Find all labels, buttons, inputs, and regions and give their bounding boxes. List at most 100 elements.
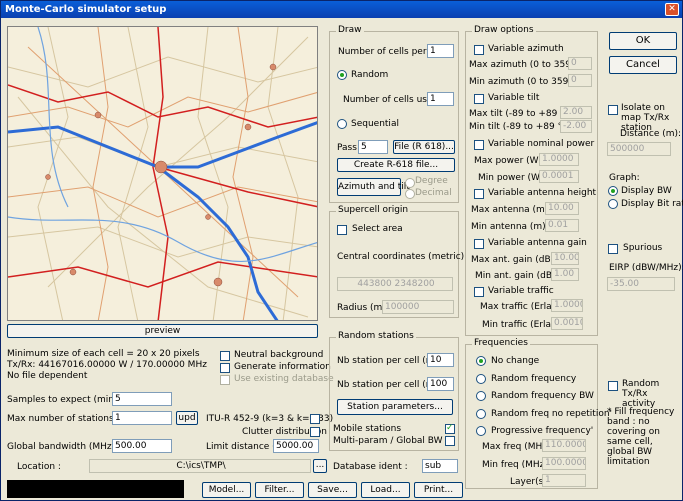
database-ident-input[interactable]: sub — [422, 459, 458, 473]
create-r618-button[interactable]: Create R-618 file... — [337, 158, 455, 172]
min-gain-input: 1.00 — [551, 268, 579, 281]
print-button[interactable]: Print... — [414, 482, 463, 498]
random-freq-norep-label: Random freq no repetition' — [491, 409, 613, 419]
close-icon: ✕ — [668, 4, 676, 14]
use-existing-database-label: Use existing database — [234, 374, 334, 384]
generate-information-checkbox[interactable] — [220, 363, 230, 373]
decimal-label: Decimal — [415, 188, 452, 198]
variable-azimuth-label: Variable azimuth — [488, 44, 564, 54]
global-bw-label: Global bandwidth (MHz) — [7, 442, 116, 452]
neutral-background-checkbox[interactable] — [220, 351, 230, 361]
radius-label: Radius (m) — [337, 303, 386, 313]
filter-button[interactable]: Filter... — [255, 482, 304, 498]
model-button[interactable]: Model... — [202, 482, 251, 498]
variable-traffic-checkbox[interactable] — [474, 287, 484, 297]
samples-label: Samples to expect (min): — [7, 395, 121, 405]
random-activity-label: Random Tx/Rx activity — [622, 379, 660, 409]
variable-power-checkbox[interactable] — [474, 140, 484, 150]
distance-input: 500000 — [607, 142, 671, 156]
map-image — [8, 27, 317, 320]
nb-station-min-input[interactable]: 10 — [427, 353, 454, 367]
distance-label: Distance (m): — [620, 129, 682, 139]
save-button[interactable]: Save... — [308, 482, 357, 498]
variable-height-checkbox[interactable] — [474, 189, 484, 199]
min-antenna-label: Min antenna (m) : — [471, 222, 552, 232]
max-gain-input: 10.00 — [551, 252, 579, 265]
cells-used-input[interactable]: 1 — [427, 92, 454, 106]
max-tilt-input: 2.00 — [560, 106, 592, 119]
file-r618-button[interactable]: File (R 618)... — [393, 140, 455, 154]
map-view[interactable] — [7, 26, 318, 321]
progressive-frequency-radio[interactable] — [476, 426, 486, 436]
spurious-checkbox[interactable] — [608, 244, 618, 254]
random-radio[interactable] — [337, 70, 347, 80]
sequential-label: Sequential — [351, 119, 399, 129]
max-freq-input: 110.00000 — [542, 439, 586, 452]
degree-label: Degree — [415, 176, 448, 186]
eirp-label: EIRP (dBW/MHz): — [609, 263, 683, 273]
variable-tilt-label: Variable tilt — [488, 93, 540, 103]
min-antenna-input: 0.01 — [545, 219, 579, 232]
itu-checkbox[interactable] — [310, 414, 320, 424]
min-freq-input: 100.00000 — [542, 457, 586, 470]
variable-tilt-checkbox[interactable] — [474, 94, 484, 104]
location-browse-button[interactable]: ... — [313, 459, 327, 473]
no-change-label: No change — [491, 356, 540, 366]
display-bitrate-radio[interactable] — [608, 199, 618, 209]
info-line-3: No file dependent — [7, 371, 88, 381]
random-label: Random — [351, 70, 389, 80]
samples-input[interactable]: 5 — [112, 392, 172, 406]
multi-param-checkbox[interactable] — [445, 436, 455, 446]
cells-per-row-input[interactable]: 1 — [427, 44, 454, 58]
close-button[interactable]: ✕ — [665, 3, 679, 16]
graph-label: Graph: — [609, 173, 640, 183]
sequential-radio[interactable] — [337, 119, 347, 129]
max-gain-label: Max ant. gain (dBi) : — [471, 255, 563, 265]
location-value: C:\ics\TMP\ — [176, 461, 226, 471]
nb-station-max-input[interactable]: 100 — [427, 377, 454, 391]
no-change-radio[interactable] — [476, 356, 486, 366]
station-parameters-button[interactable]: Station parameters... — [337, 399, 453, 415]
random-frequency-radio[interactable] — [476, 374, 486, 384]
variable-gain-checkbox[interactable] — [474, 239, 484, 249]
min-tilt-label: Min tilt (-89 to +89 °) : — [469, 122, 572, 132]
pass-input[interactable]: 5 — [358, 140, 388, 154]
select-area-checkbox[interactable] — [337, 225, 347, 235]
max-stations-label: Max number of stations : — [7, 414, 120, 424]
use-existing-database-checkbox — [220, 375, 230, 385]
max-freq-label: Max freq (MHz) — [482, 442, 551, 452]
min-freq-label: Min freq (MHz) — [482, 460, 548, 470]
min-power-input: 0.0001 — [539, 170, 579, 183]
random-activity-checkbox[interactable] — [608, 381, 618, 391]
min-traffic-input: 0.0010 — [551, 317, 583, 330]
mobile-stations-label: Mobile stations — [333, 424, 402, 434]
frequencies-group-title: Frequencies — [472, 338, 530, 348]
random-stations-group-title: Random stations — [336, 331, 416, 341]
min-tilt-input: -2.00 — [560, 120, 592, 133]
load-button[interactable]: Load... — [361, 482, 410, 498]
variable-azimuth-checkbox[interactable] — [474, 45, 484, 55]
central-coordinates-input: 443800 2348200 — [337, 277, 453, 291]
variable-gain-label: Variable antenna gain — [488, 238, 587, 248]
neutral-background-label: Neutral background — [234, 350, 324, 360]
azimuth-tilt-button[interactable]: Azimuth and tilt — [337, 178, 410, 196]
random-freq-norep-radio[interactable] — [476, 409, 486, 419]
info-line-1: Minimum size of each cell = 20 x 20 pixe… — [7, 349, 200, 359]
display-bitrate-label: Display Bit rate — [621, 199, 683, 209]
display-bw-radio[interactable] — [608, 186, 618, 196]
random-frequency-bw-radio[interactable] — [476, 391, 486, 401]
window-title: Monte-Carlo simulator setup — [5, 4, 167, 15]
preview-button[interactable]: preview — [7, 324, 318, 338]
limit-distance-input[interactable]: 5000.00 — [273, 439, 319, 453]
radius-input: 100000 — [382, 300, 454, 314]
clutter-checkbox[interactable] — [310, 427, 320, 437]
global-bw-input[interactable]: 500.00 — [112, 439, 172, 453]
draw-options-group-title: Draw options — [472, 25, 536, 35]
max-stations-input[interactable]: 1 — [112, 411, 172, 425]
ok-button[interactable]: OK — [609, 32, 677, 50]
upd-button[interactable]: upd — [176, 411, 198, 425]
variable-height-label: Variable antenna height — [488, 188, 597, 198]
cancel-button[interactable]: Cancel — [609, 56, 677, 74]
isolate-checkbox[interactable] — [608, 105, 618, 115]
mobile-stations-checkbox[interactable] — [445, 423, 455, 434]
